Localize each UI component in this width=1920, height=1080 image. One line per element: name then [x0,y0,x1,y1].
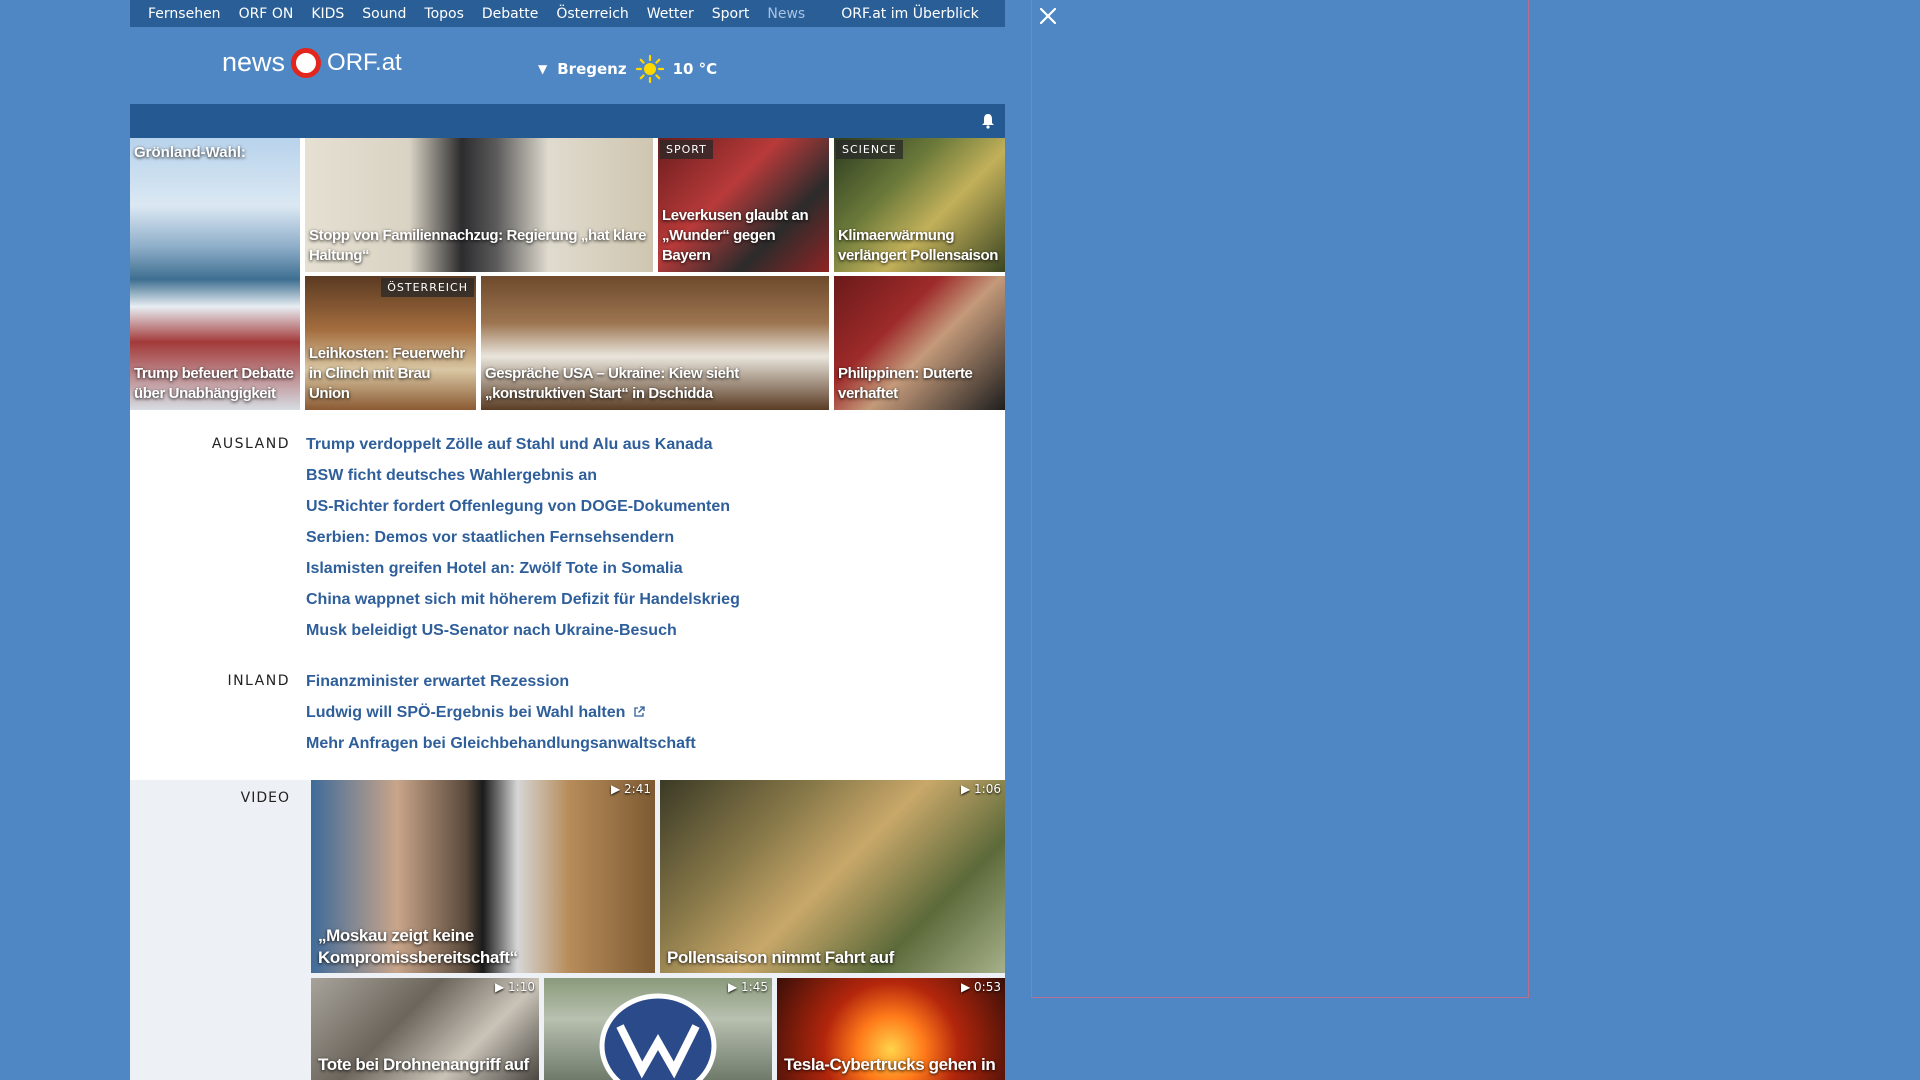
news-link[interactable]: Finanzminister erwartet Rezession [306,666,696,697]
story-tile-duterte[interactable]: Philippinen: Duterte verhaftet [834,276,1005,410]
news-link[interactable]: Musk beleidigt US-Senator nach Ukraine-B… [306,615,740,646]
video-duration: ▶ 1:06 [961,782,1001,796]
story-tile-caption: Leverkusen glaubt an „Wunder“ gegen Baye… [662,207,809,264]
nav-link-sound[interactable]: Sound [362,6,406,22]
inland-link-list: Finanzminister erwartet Rezession Ludwig… [306,666,696,759]
story-tile-groenland[interactable]: Grönland-Wahl: Trump befeuert Debatte üb… [130,138,300,410]
news-link[interactable]: Serbien: Demos vor staatlichen Fernsehse… [306,522,740,553]
news-link[interactable]: Trump verdoppelt Zölle auf Stahl und Alu… [306,429,740,460]
video-caption: Pollensaison nimmt Fahrt auf [667,948,894,967]
video-tile-tesla[interactable]: ▶ 0:53 Tesla-Cybertrucks gehen in [777,978,1005,1080]
video-duration: ▶ 2:41 [611,782,651,796]
video-caption: „Moskau zeigt keine Kompromissbereitscha… [318,926,518,967]
sun-icon [635,54,664,84]
nav-link-wetter[interactable]: Wetter [647,6,694,22]
nav-items: Fernsehen ORF ON KIDS Sound Topos Debatt… [130,6,805,22]
nav-link-sport[interactable]: Sport [712,6,750,22]
story-tile-caption: Philippinen: Duterte verhaftet [838,365,973,402]
section-label-oesterreich: ÖSTERREICH [381,278,474,297]
nav-link-fernsehen[interactable]: Fernsehen [148,6,221,22]
news-link-text: Ludwig will SPÖ-Ergebnis bei Wahl halten [306,704,626,721]
news-link[interactable]: Islamisten greifen Hotel an: Zwölf Tote … [306,553,740,584]
weather-location: Bregenz [557,60,627,78]
close-icon[interactable] [1038,6,1058,26]
story-tile-caption: Stopp von Familiennachzug: Regierung „ha… [309,227,647,264]
notification-strip [130,104,1005,138]
video-duration: ▶ 0:53 [961,980,1001,994]
nav-link-news-current[interactable]: News [767,6,805,22]
news-link[interactable]: US-Richter fordert Offenlegung von DOGE-… [306,491,740,522]
story-tile-top-caption: Grönland-Wahl: [134,144,246,161]
story-tile-caption: Klimaerwärmung verlängert Pollensaison [838,227,999,264]
site-header: news ORF.at ▼ Bregenz 10 °C [130,27,1005,104]
top-stories-grid: Grönland-Wahl: Trump befeuert Debatte üb… [130,138,1005,410]
story-tile-caption: Leihkosten: Feuerwehr in Clinch mit Brau… [309,345,465,402]
video-tile-moskau[interactable]: ▶ 2:41 „Moskau zeigt keine Kompromissber… [311,780,655,973]
nav-link-topos[interactable]: Topos [424,6,463,22]
video-caption: Tesla-Cybertrucks gehen in [784,1055,996,1074]
dropdown-triangle-icon: ▼ [538,62,548,76]
story-tile-caption: Trump befeuert Debatte über Unabhängigke… [134,365,294,402]
video-duration: ▶ 1:10 [495,980,535,994]
nav-link-debatte[interactable]: Debatte [482,6,538,22]
top-navigation: Fernsehen ORF ON KIDS Sound Topos Debatt… [130,0,1005,27]
story-tile-leihkosten[interactable]: ÖSTERREICH Leihkosten: Feuerwehr in Clin… [305,276,476,410]
story-tile-leverkusen[interactable]: SPORT Leverkusen glaubt an „Wunder“ gege… [658,138,829,272]
orf-logo-icon [291,47,322,78]
section-label-sport: SPORT [660,140,713,159]
video-section: VIDEO ▶ 2:41 „Moskau zeigt keine Komprom… [130,780,1005,1080]
video-tile-vw[interactable]: ▶ 1:45 [544,978,772,1080]
nav-link-overview[interactable]: ORF.at im Überblick [841,6,978,22]
nav-link-kids[interactable]: KIDS [311,6,344,22]
news-link[interactable]: China wappnet sich mit höherem Defizit f… [306,584,740,615]
video-tile-pollensaison[interactable]: ▶ 1:06 Pollensaison nimmt Fahrt auf [660,780,1005,973]
story-tile-caption: Gespräche USA – Ukraine: Kiew sieht „kon… [485,365,739,402]
section-heading-video: VIDEO [240,790,290,806]
video-tile-drohnenangriff[interactable]: ▶ 1:10 Tote bei Drohnenangriff auf [311,978,539,1080]
external-link-icon [634,706,646,717]
bell-icon[interactable] [981,113,995,129]
overlay-panel [1031,0,1529,998]
news-link[interactable]: BSW ficht deutsches Wahlergebnis an [306,460,740,491]
weather-widget[interactable]: ▼ Bregenz 10 °C [538,54,717,84]
vw-logo-icon [599,993,717,1080]
weather-temperature: 10 °C [672,60,718,78]
news-orf-logo[interactable]: news ORF.at [222,47,402,78]
logo-orf-text: ORF.at [327,48,402,76]
logo-news-text: news [222,47,286,77]
nav-link-orf-on[interactable]: ORF ON [239,6,294,22]
story-tile-pollensaison[interactable]: SCIENCE Klimaerwärmung verlängert Pollen… [834,138,1005,272]
ausland-link-list: Trump verdoppelt Zölle auf Stahl und Alu… [306,429,740,646]
video-caption: Tote bei Drohnenangriff auf [318,1055,529,1074]
news-list-area: AUSLAND Trump verdoppelt Zölle auf Stahl… [130,410,1005,780]
story-tile-familiennachzug[interactable]: Stopp von Familiennachzug: Regierung „ha… [305,138,653,272]
story-tile-gespraeche[interactable]: Gespräche USA – Ukraine: Kiew sieht „kon… [481,276,829,410]
section-heading-ausland: AUSLAND [211,436,290,452]
news-link[interactable]: Mehr Anfragen bei Gleichbehandlungsanwal… [306,728,696,759]
nav-link-oesterreich[interactable]: Österreich [556,6,628,22]
section-label-science: SCIENCE [836,140,903,159]
news-link-external[interactable]: Ludwig will SPÖ-Ergebnis bei Wahl halten [306,697,696,728]
section-heading-inland: INLAND [227,673,290,689]
video-duration: ▶ 1:45 [728,980,768,994]
